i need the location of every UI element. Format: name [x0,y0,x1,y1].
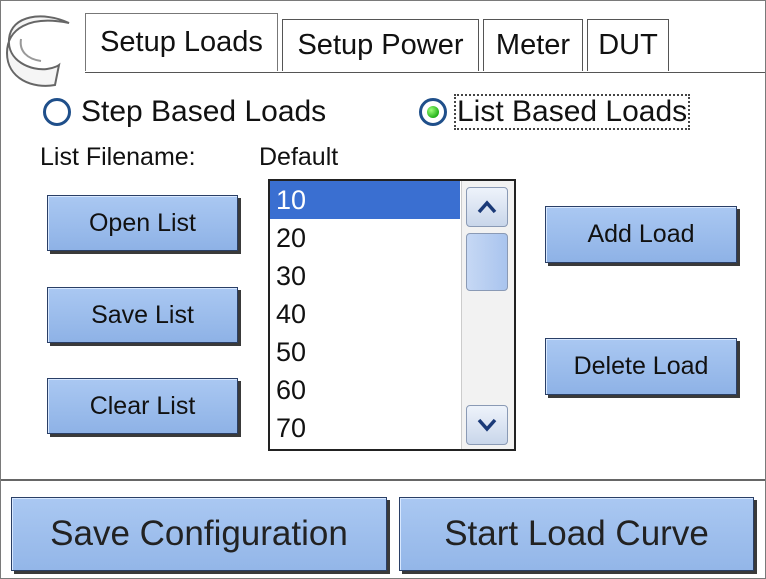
start-load-curve-button[interactable]: Start Load Curve [399,497,754,571]
list-based-loads-label: List Based Loads [453,94,691,130]
list-scrollbar[interactable] [461,181,514,449]
save-list-button[interactable]: Save List [47,287,238,343]
tab-meter[interactable]: Meter [483,19,583,71]
step-based-loads-radio[interactable]: Step Based Loads [43,95,328,129]
load-list-items: 10 20 30 40 50 60 70 [270,181,460,447]
save-configuration-button[interactable]: Save Configuration [11,497,387,571]
tab-setup-loads[interactable]: Setup Loads [85,13,278,71]
radio-off-icon [43,98,71,126]
list-item[interactable]: 50 [270,333,460,371]
load-list-box[interactable]: 10 20 30 40 50 60 70 [268,179,516,451]
clear-list-button[interactable]: Clear List [47,378,238,434]
chevron-down-icon [477,418,497,432]
open-list-button[interactable]: Open List [47,195,238,251]
list-filename-label: List Filename: [40,143,196,171]
list-item[interactable]: 30 [270,257,460,295]
tab-setup-power[interactable]: Setup Power [282,19,479,71]
tab-dut[interactable]: DUT [587,19,669,71]
list-item[interactable]: 10 [270,181,460,219]
list-item[interactable]: 70 [270,409,460,447]
scroll-down-button[interactable] [466,405,508,445]
chevron-up-icon [477,200,497,214]
bottom-separator [1,479,765,481]
list-item[interactable]: 60 [270,371,460,409]
list-based-loads-radio[interactable]: List Based Loads [419,94,691,130]
list-item[interactable]: 40 [270,295,460,333]
screen-frame: Setup Loads Setup Power Meter DUT Step B… [0,0,766,579]
radio-on-icon [419,98,447,126]
delete-load-button[interactable]: Delete Load [545,338,737,395]
list-item[interactable]: 20 [270,219,460,257]
tab-strip-line [85,72,765,73]
scroll-up-button[interactable] [466,187,508,227]
step-based-loads-label: Step Based Loads [81,95,327,128]
list-filename-value: Default [259,143,339,171]
back-arrow-icon[interactable] [3,9,75,89]
add-load-button[interactable]: Add Load [545,206,737,263]
scroll-thumb[interactable] [466,233,508,291]
